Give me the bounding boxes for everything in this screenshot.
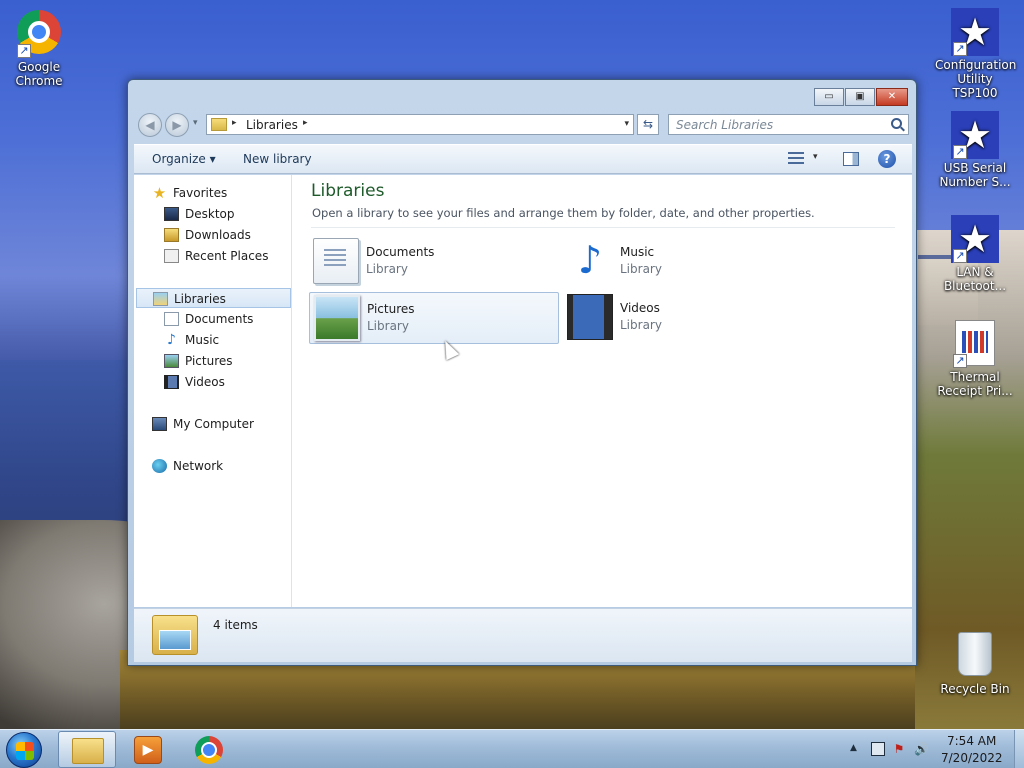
caption-buttons: ▭ ▣ ✕ <box>814 88 908 106</box>
search-icon[interactable] <box>891 118 902 129</box>
library-tile-music[interactable]: ♪ Music Library <box>563 236 813 288</box>
desktop-icon <box>164 207 179 221</box>
show-hidden-icons-button[interactable]: ▲ <box>850 743 857 753</box>
libraries-large-icon <box>152 615 198 655</box>
refresh-button[interactable]: ⇆ <box>637 114 659 135</box>
clock-time[interactable]: 7:54 AM <box>947 734 996 748</box>
recent-pages-dropdown[interactable]: ▾ <box>193 118 198 128</box>
downloads-icon <box>164 228 179 242</box>
libraries-icon <box>153 292 168 306</box>
page-description: Open a library to see your files and arr… <box>312 206 815 220</box>
preview-pane-icon[interactable] <box>843 152 859 166</box>
views-dropdown[interactable]: ▾ <box>813 152 818 162</box>
minimize-button[interactable]: ▭ <box>814 88 844 106</box>
videos-library-icon <box>567 294 613 340</box>
show-desktop-button[interactable] <box>1014 730 1024 768</box>
breadcrumb-separator[interactable]: ▸ <box>303 118 308 128</box>
desktop-icon-label: USB Serial Number S... <box>939 161 1011 189</box>
explorer-window: ▭ ▣ ✕ ◀ ▶ ▾ ▸ Libraries ▸ ▾ ⇆ Organize ▾… <box>127 79 917 666</box>
clock-date[interactable]: 7/20/2022 <box>941 751 1003 765</box>
document-icon: ↗ <box>951 320 999 368</box>
desktop-icon-thermal-receipt[interactable]: ↗ Thermal Receipt Pri... <box>935 320 1015 398</box>
change-view-icon[interactable] <box>788 152 804 166</box>
desktop-icon-label: LAN & Bluetoot... <box>943 265 1007 293</box>
star-icon: ★ <box>152 184 167 202</box>
videos-icon <box>164 375 179 389</box>
maximize-button[interactable]: ▣ <box>845 88 875 106</box>
address-bar[interactable]: ▸ Libraries ▸ ▾ <box>206 114 634 135</box>
desktop-icon-usb-serial[interactable]: ★ ↗ USB Serial Number S... <box>935 111 1015 189</box>
desktop-icon-lan-bluetooth[interactable]: ★ ↗ LAN & Bluetoot... <box>935 215 1015 293</box>
chrome-icon: ↗ <box>15 10 63 58</box>
desktop-icon-label: Google Chrome <box>15 60 63 88</box>
action-center-icon[interactable]: ⚑ <box>892 742 906 756</box>
start-button[interactable] <box>6 732 42 768</box>
breadcrumb-separator[interactable]: ▸ <box>232 118 237 128</box>
library-tile-documents[interactable]: Documents Library <box>309 236 559 288</box>
back-button[interactable]: ◀ <box>138 113 162 137</box>
close-button[interactable]: ✕ <box>876 88 908 106</box>
desktop-icon-google-chrome[interactable]: ↗ Google Chrome <box>0 8 79 88</box>
pictures-library-icon <box>314 295 360 341</box>
documents-icon <box>164 312 179 326</box>
divider <box>311 227 895 228</box>
desktop-icon-recycle-bin[interactable]: Recycle Bin <box>935 632 1015 696</box>
item-count: 4 items <box>213 618 258 632</box>
breadcrumb-libraries[interactable]: Libraries <box>246 118 298 132</box>
taskbar-explorer-button[interactable] <box>58 731 116 768</box>
command-bar: Organize ▾ New library ▾ ? <box>134 144 912 174</box>
network-tray-icon[interactable] <box>871 742 885 756</box>
music-icon: ♪ <box>167 332 176 348</box>
recent-places-icon <box>164 249 179 263</box>
star-shield-icon: ★ ↗ <box>951 215 999 263</box>
network-icon <box>152 459 167 473</box>
system-tray: ▲ ⚑ 🔊 7:54 AM 7/20/2022 <box>844 730 1024 768</box>
page-title: Libraries <box>311 181 385 201</box>
libraries-folder-icon <box>211 118 227 131</box>
star-shortcut-icon: ★ ↗ <box>951 111 999 159</box>
desktop-icon-label: Thermal Receipt Pri... <box>937 370 1013 398</box>
taskbar-chrome-button[interactable] <box>180 731 238 768</box>
star-shortcut-icon: ★ ↗ <box>951 8 999 56</box>
music-library-icon: ♪ <box>577 238 603 282</box>
taskbar: ▲ ⚑ 🔊 7:54 AM 7/20/2022 <box>0 729 1024 768</box>
library-tile-videos[interactable]: Videos Library <box>563 292 813 344</box>
address-dropdown[interactable]: ▾ <box>624 119 629 129</box>
volume-icon[interactable]: 🔊 <box>914 742 929 756</box>
desktop-icon-label: Recycle Bin <box>940 682 1010 696</box>
details-pane: 4 items <box>134 608 912 662</box>
forward-button[interactable]: ▶ <box>165 113 189 137</box>
documents-library-icon <box>313 238 359 284</box>
organize-button[interactable]: Organize ▾ <box>152 152 216 166</box>
help-icon[interactable]: ? <box>878 150 896 168</box>
desktop-icon-configuration-utility[interactable]: ★ ↗ Configuration Utility TSP100 <box>935 8 1017 100</box>
pictures-icon <box>164 354 179 368</box>
explorer-content: ★ Favorites Desktop Downloads Recent Pla… <box>134 175 912 607</box>
nav-item-libraries[interactable]: Libraries <box>136 288 291 308</box>
file-list-pane: Libraries Open a library to see your fil… <box>293 175 912 607</box>
taskbar-media-player-button[interactable] <box>118 731 176 768</box>
navigation-pane: ★ Favorites Desktop Downloads Recent Pla… <box>134 175 292 607</box>
search-box[interactable] <box>668 114 909 135</box>
search-input[interactable] <box>676 117 876 133</box>
computer-icon <box>152 417 167 431</box>
new-library-button[interactable]: New library <box>243 152 312 166</box>
library-tile-pictures[interactable]: Pictures Library <box>309 292 559 344</box>
navigation-bar: ◀ ▶ ▾ ▸ Libraries ▸ ▾ ⇆ <box>136 111 909 137</box>
desktop-icon-label: Configuration Utility TSP100 <box>935 58 1017 100</box>
recycle-bin-icon <box>951 632 999 680</box>
